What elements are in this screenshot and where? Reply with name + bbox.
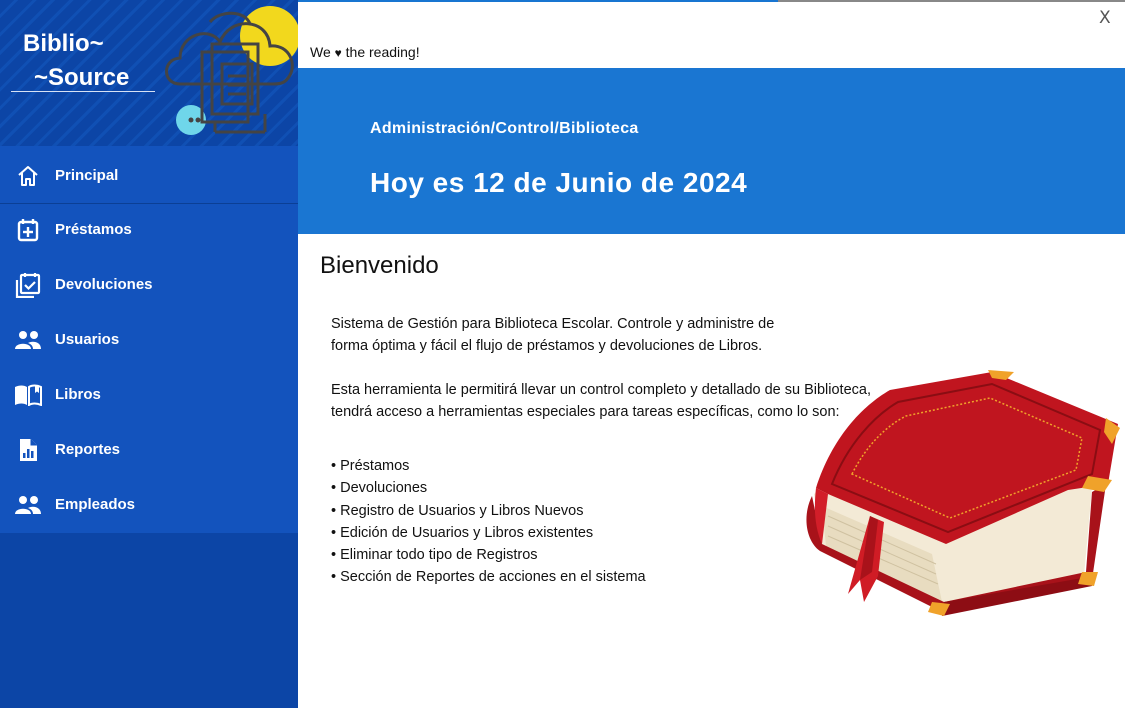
sidebar-item-usuarios[interactable]: Usuarios — [0, 312, 298, 367]
calendar-check-icon — [14, 271, 42, 299]
sidebar-item-label: Préstamos — [55, 221, 132, 238]
users-icon — [14, 326, 42, 354]
sidebar-item-prestamos[interactable]: Préstamos — [0, 202, 298, 257]
users-icon — [14, 491, 42, 519]
header-banner: Administración/Control/Biblioteca Hoy es… — [298, 68, 1125, 234]
sidebar-item-label: Libros — [55, 386, 101, 403]
intro-line-2: forma óptima y fácil el flujo de préstam… — [331, 338, 763, 354]
current-date: Hoy es 12 de Junio de 2024 — [370, 167, 748, 198]
top-border-strip — [778, 0, 1125, 2]
brand-name-line2: ~Source — [34, 64, 130, 91]
top-accent-strip — [298, 0, 778, 2]
brand-name-line1: Biblio~ — [23, 30, 104, 57]
sidebar-item-libros[interactable]: Libros — [0, 367, 298, 422]
tool-description-line-2: tendrá acceso a herramientas especiales … — [331, 404, 840, 420]
brand-underline — [11, 91, 155, 92]
sidebar-item-empleados[interactable]: Empleados — [0, 477, 298, 532]
tagline: We ♥ the reading! — [310, 44, 420, 60]
red-book-image — [806, 370, 1120, 616]
sidebar-item-principal[interactable]: Principal — [0, 148, 298, 204]
sidebar-nav: Principal Préstamos Devoluciones Usuario… — [0, 146, 298, 533]
list-item: • Sección de Reportes de acciones en el … — [331, 569, 646, 586]
close-button[interactable]: X — [1099, 8, 1117, 28]
report-icon — [14, 436, 42, 464]
app-window: Biblio~ ~Source Principal Préstamos Devo… — [0, 0, 1125, 708]
sidebar-item-label: Devoluciones — [55, 276, 153, 293]
tool-description-line-1: Esta herramienta le permitirá llevar un … — [331, 382, 871, 398]
sidebar: Biblio~ ~Source Principal Préstamos Devo… — [0, 0, 298, 708]
sidebar-item-label: Principal — [55, 167, 119, 184]
list-item: • Devoluciones — [331, 480, 428, 497]
sidebar-item-label: Empleados — [55, 496, 136, 513]
tagline-text-end: the reading! — [345, 44, 420, 60]
sidebar-item-label: Reportes — [55, 441, 121, 458]
list-item: • Eliminar todo tipo de Registros — [331, 547, 538, 564]
sidebar-item-label: Usuarios — [55, 331, 120, 348]
feature-list: • Préstamos • Devoluciones • Registro de… — [331, 455, 646, 589]
list-item: • Préstamos — [331, 458, 410, 474]
home-icon — [14, 162, 42, 190]
page-title: Bienvenido — [320, 252, 439, 279]
logo-area: Biblio~ ~Source — [0, 0, 298, 146]
sidebar-item-devoluciones[interactable]: Devoluciones — [0, 257, 298, 312]
intro-line-1: Sistema de Gestión para Biblioteca Escol… — [331, 316, 775, 332]
tagline-text-start: We — [310, 44, 331, 60]
list-item: • Registro de Usuarios y Libros Nuevos — [331, 502, 584, 519]
cloud-documents-logo-icon — [165, 6, 298, 135]
heart-icon: ♥ — [334, 46, 342, 60]
breadcrumb: Administración/Control/Biblioteca — [370, 120, 639, 137]
calendar-plus-icon — [14, 216, 42, 244]
open-book-icon — [14, 381, 42, 409]
list-item: • Edición de Usuarios y Libros existente… — [331, 524, 594, 541]
sidebar-item-reportes[interactable]: Reportes — [0, 422, 298, 477]
